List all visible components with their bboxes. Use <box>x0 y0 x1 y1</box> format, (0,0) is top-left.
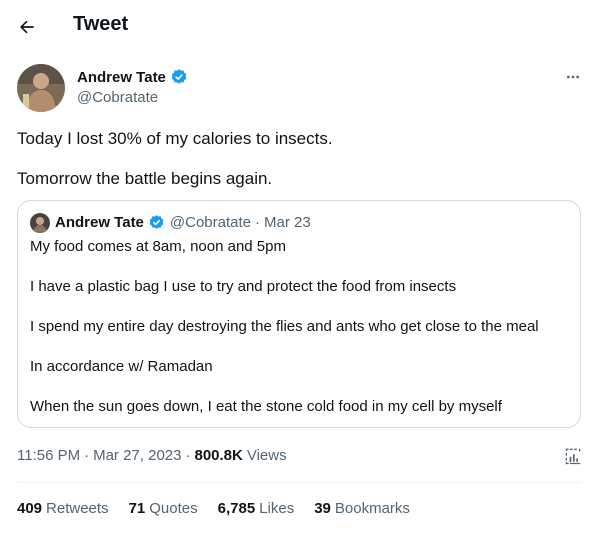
retweets-stat[interactable]: 409 Retweets <box>17 500 109 517</box>
author-name-text: Andrew Tate <box>77 68 166 86</box>
quoted-text-line: My food comes at 8am, noon and 5pm <box>30 238 286 255</box>
divider <box>17 482 581 483</box>
author-avatar[interactable] <box>17 64 65 112</box>
quoted-date: Mar 23 <box>264 214 311 231</box>
separator-dot: · <box>255 214 261 231</box>
verified-badge-icon <box>171 69 187 84</box>
stat-label: Quotes <box>149 500 198 517</box>
engagement-stats: 409 Retweets 71 Quotes 6,785 Likes 39 Bo… <box>17 500 430 517</box>
more-options-button[interactable] <box>562 66 584 88</box>
verified-badge-icon <box>148 214 165 231</box>
back-button[interactable] <box>12 12 42 42</box>
views-count: 800.8K <box>194 447 243 464</box>
author-handle[interactable]: @Cobratate <box>77 89 158 106</box>
views-label: Views <box>246 447 287 464</box>
quoted-author-handle: @Cobratate <box>169 214 252 231</box>
bookmarks-stat[interactable]: 39 Bookmarks <box>314 500 410 517</box>
quoted-author-name: Andrew Tate <box>55 214 144 231</box>
separator-dot: · <box>84 447 90 464</box>
stat-count: 409 <box>17 500 43 517</box>
arrow-left-icon <box>19 20 34 34</box>
more-horizontal-icon <box>567 75 579 79</box>
stat-label: Bookmarks <box>334 500 410 517</box>
stat-count: 71 <box>128 500 146 517</box>
separator-dot: · <box>185 447 191 464</box>
author-name[interactable]: Andrew Tate <box>77 68 188 86</box>
analytics-icon <box>565 448 581 465</box>
page-title: Tweet <box>73 13 129 35</box>
likes-stat[interactable]: 6,785 Likes <box>218 500 295 517</box>
stat-label: Likes <box>259 500 295 517</box>
quotes-stat[interactable]: 71 Quotes <box>129 500 198 517</box>
stat-count: 39 <box>314 500 331 517</box>
quoted-text-line: I have a plastic bag I use to try and pr… <box>30 278 457 295</box>
analytics-button[interactable] <box>562 445 584 467</box>
stat-label: Retweets <box>46 500 109 517</box>
quoted-text-line: In accordance w/ Ramadan <box>30 358 213 375</box>
tweet-meta: 11:56 PM · Mar 27, 2023 · 800.8K Views <box>17 447 287 464</box>
quoted-header: Andrew Tate @Cobratate · Mar 23 <box>55 214 311 231</box>
tweet-text-line: Today I lost 30% of my calories to insec… <box>17 129 333 148</box>
quoted-tweet[interactable]: Andrew Tate @Cobratate · Mar 23 My food … <box>17 200 581 428</box>
tweet-text-line: Tomorrow the battle begins again. <box>17 169 273 188</box>
quoted-text-line: When the sun goes down, I eat the stone … <box>30 398 502 415</box>
stat-count: 6,785 <box>217 500 256 517</box>
header: Tweet <box>0 0 595 52</box>
quoted-text-line: I spend my entire day destroying the fli… <box>30 318 539 335</box>
tweet-time[interactable]: 11:56 PM <box>17 447 80 464</box>
tweet-date[interactable]: Mar 27, 2023 <box>93 447 181 464</box>
quoted-author-avatar <box>30 213 50 233</box>
